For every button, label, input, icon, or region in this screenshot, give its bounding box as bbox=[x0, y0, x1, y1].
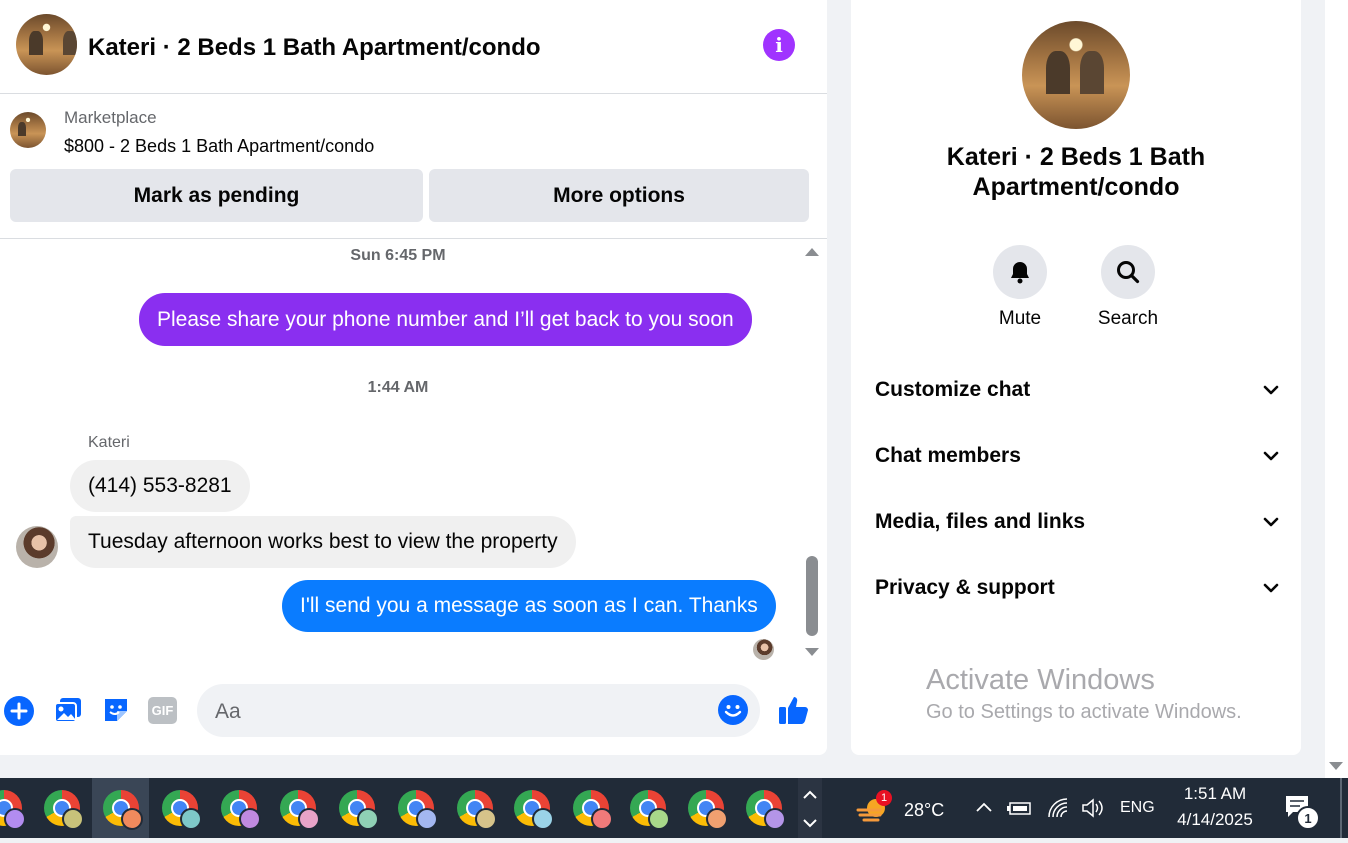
chrome-icon[interactable] bbox=[746, 790, 786, 830]
chrome-icon[interactable] bbox=[221, 790, 261, 830]
section-label: Chat members bbox=[875, 444, 1021, 467]
chrome-icon[interactable] bbox=[514, 790, 554, 830]
weather-icon[interactable]: 1 bbox=[856, 790, 892, 824]
watermark-title: Activate Windows bbox=[926, 664, 1155, 696]
clock-time: 1:51 AM bbox=[1183, 784, 1247, 803]
conversation-info-panel: Kateri · 2 Beds 1 Bath Apartment/condo M… bbox=[851, 0, 1301, 755]
marketplace-label: Marketplace bbox=[64, 108, 157, 127]
watermark-subtitle: Go to Settings to activate Windows. bbox=[926, 701, 1242, 723]
message-outgoing[interactable]: Please share your phone number and I’ll … bbox=[139, 293, 752, 346]
chrome-icon[interactable] bbox=[44, 790, 84, 830]
scroll-down-arrow-icon[interactable] bbox=[805, 648, 819, 656]
page-scrollbar[interactable] bbox=[1325, 0, 1348, 778]
temperature[interactable]: 28°C bbox=[904, 800, 944, 821]
message-input[interactable] bbox=[213, 684, 707, 739]
chrome-icon[interactable] bbox=[103, 790, 143, 830]
divider bbox=[0, 238, 827, 239]
chrome-icon[interactable] bbox=[0, 790, 26, 830]
chrome-icon[interactable] bbox=[573, 790, 613, 830]
taskbar-scroll[interactable] bbox=[798, 778, 822, 838]
listing-avatar[interactable] bbox=[16, 14, 77, 75]
volume-icon[interactable] bbox=[1080, 796, 1106, 825]
clock[interactable]: 1:51 AM 4/14/2025 bbox=[1168, 784, 1262, 830]
section-label: Media, files and links bbox=[875, 510, 1086, 533]
search-icon bbox=[1117, 261, 1140, 284]
customize-chat-section[interactable]: Customize chat bbox=[875, 370, 1280, 410]
section-label: Customize chat bbox=[875, 378, 1031, 401]
emoji-icon[interactable] bbox=[718, 695, 748, 725]
chat-panel: Kateri · 2 Beds 1 Bath Apartment/condo i… bbox=[0, 0, 827, 755]
sender-name: Kateri bbox=[88, 434, 130, 451]
chevron-down-icon bbox=[1263, 517, 1279, 527]
message-composer[interactable] bbox=[197, 684, 760, 739]
chrome-icon[interactable] bbox=[630, 790, 670, 830]
mark-as-pending-button[interactable]: Mark as pending bbox=[10, 169, 423, 222]
section-label: Privacy & support bbox=[875, 576, 1055, 599]
chrome-icon[interactable] bbox=[398, 790, 438, 830]
windows-taskbar: 1 28°C ENG 1:51 AM 4/14/2025 1 bbox=[0, 778, 1348, 838]
message-incoming[interactable]: Tuesday afternoon works best to view the… bbox=[70, 516, 576, 568]
chat-title[interactable]: Kateri · 2 Beds 1 Bath Apartment/condo bbox=[88, 30, 541, 66]
notifications-icon[interactable]: 1 bbox=[1284, 794, 1320, 830]
mute-label: Mute bbox=[998, 308, 1042, 329]
listing-price-title[interactable]: $800 - 2 Beds 1 Bath Apartment/condo bbox=[64, 136, 374, 157]
activate-windows-watermark: Activate Windows Go to Settings to activ… bbox=[926, 664, 1242, 724]
wifi-icon[interactable] bbox=[1046, 796, 1070, 825]
clock-date: 4/14/2025 bbox=[1177, 810, 1253, 829]
chat-header: Kateri · 2 Beds 1 Bath Apartment/condo i bbox=[0, 0, 827, 94]
sticker-icon[interactable] bbox=[101, 695, 131, 725]
thumbs-up-icon[interactable] bbox=[777, 693, 811, 727]
chevron-down-icon bbox=[1263, 583, 1279, 593]
page-scroll-down-icon[interactable] bbox=[1329, 762, 1343, 770]
info-icon[interactable]: i bbox=[763, 29, 795, 61]
conversation-title: Kateri · 2 Beds 1 Bath Apartment/condo bbox=[946, 143, 1206, 201]
notification-count: 1 bbox=[1296, 806, 1320, 830]
bell-icon bbox=[1011, 262, 1029, 284]
message-outgoing[interactable]: I'll send you a message as soon as I can… bbox=[282, 580, 776, 632]
privacy-support-section[interactable]: Privacy & support bbox=[875, 568, 1280, 608]
sender-avatar[interactable] bbox=[16, 526, 58, 568]
message-incoming[interactable]: (414) 553-8281 bbox=[70, 460, 250, 512]
weather-badge: 1 bbox=[876, 790, 892, 806]
more-options-button[interactable]: More options bbox=[429, 169, 809, 222]
read-receipt-avatar bbox=[753, 639, 774, 660]
chrome-icon[interactable] bbox=[280, 790, 320, 830]
conversation-avatar[interactable] bbox=[1022, 21, 1130, 129]
language-indicator[interactable]: ENG bbox=[1120, 799, 1155, 817]
chrome-icon[interactable] bbox=[457, 790, 497, 830]
gif-icon[interactable]: GIF bbox=[148, 697, 177, 724]
battery-icon[interactable] bbox=[1006, 798, 1034, 823]
chat-members-section[interactable]: Chat members bbox=[875, 436, 1280, 476]
chrome-icon[interactable] bbox=[339, 790, 379, 830]
show-desktop-button[interactable] bbox=[1340, 778, 1342, 838]
timestamp: Sun 6:45 PM bbox=[350, 247, 446, 264]
scroll-up-arrow-icon[interactable] bbox=[805, 248, 819, 256]
marketplace-thumbnail[interactable] bbox=[10, 112, 46, 148]
chrome-icon[interactable] bbox=[688, 790, 728, 830]
search-button[interactable] bbox=[1101, 245, 1155, 299]
photo-icon[interactable] bbox=[53, 695, 83, 725]
chevron-down-icon bbox=[1263, 385, 1279, 395]
mute-button[interactable] bbox=[993, 245, 1047, 299]
chrome-icon[interactable] bbox=[162, 790, 202, 830]
plus-icon[interactable] bbox=[4, 696, 34, 726]
scrollbar-thumb[interactable] bbox=[806, 556, 818, 636]
search-label: Search bbox=[1097, 308, 1159, 329]
media-files-links-section[interactable]: Media, files and links bbox=[875, 502, 1280, 542]
timestamp: 1:44 AM bbox=[367, 379, 429, 396]
show-hidden-icons-icon[interactable] bbox=[974, 798, 994, 823]
chevron-down-icon bbox=[1263, 451, 1279, 461]
